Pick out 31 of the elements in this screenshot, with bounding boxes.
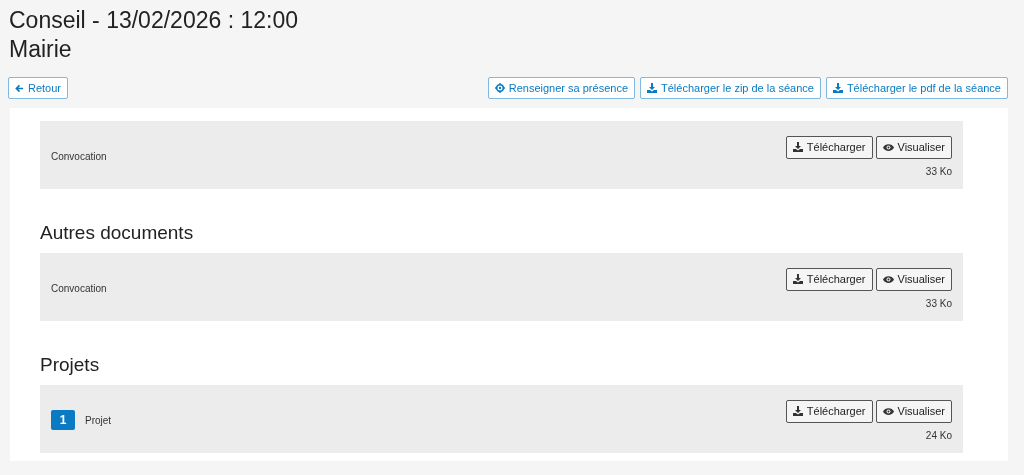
back-button[interactable]: Retour	[8, 77, 69, 99]
download-button[interactable]: Télécharger	[785, 399, 873, 423]
view-button[interactable]: Visualiser	[875, 267, 952, 291]
download-icon	[792, 274, 803, 284]
download-button[interactable]: Télécharger le zip de la séance	[640, 77, 821, 99]
crosshair-icon	[494, 83, 505, 93]
download-icon	[832, 83, 843, 93]
file-size: 24 Ko	[925, 429, 952, 441]
download-icon	[792, 406, 803, 416]
document-name: Convocation	[51, 150, 107, 162]
view-button[interactable]: Visualiser	[875, 135, 952, 159]
document-name: Projet	[85, 414, 112, 426]
eye-icon	[882, 142, 894, 152]
page-subtitle: Mairie	[8, 35, 73, 64]
page-title: Conseil - 13/02/2026 : 12:00	[8, 6, 299, 35]
arrow-left-icon	[15, 83, 24, 93]
view-button[interactable]: Visualiser	[875, 399, 952, 423]
download-button[interactable]: Télécharger le pdf de la séance	[825, 77, 1008, 99]
download-button[interactable]: Télécharger	[785, 135, 873, 159]
eye-icon	[882, 406, 894, 416]
download-icon	[647, 83, 657, 93]
presence-button[interactable]: Renseigner sa présence	[487, 77, 635, 99]
section-heading: Autres documents	[40, 222, 195, 244]
file-size: 33 Ko	[925, 297, 952, 309]
document-name: Convocation	[51, 282, 107, 294]
download-button[interactable]: Télécharger	[785, 267, 873, 291]
file-size: 33 Ko	[925, 165, 952, 177]
eye-icon	[882, 274, 894, 284]
section-heading: Projets	[40, 354, 101, 376]
number-badge: 1	[51, 410, 75, 430]
download-icon	[792, 142, 803, 152]
